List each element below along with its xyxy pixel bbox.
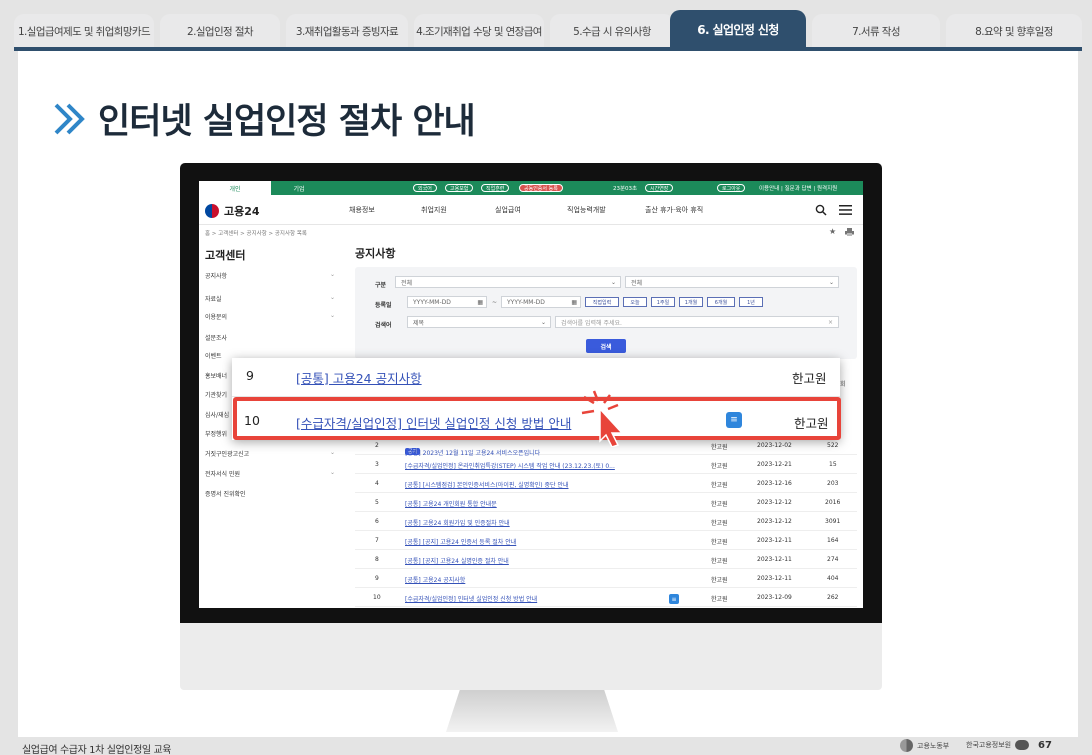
tab-section-2[interactable]: 2.실업인정 절차 <box>160 14 280 48</box>
table-row[interactable]: 7 [공통] [공지] 고용24 인증서 등록 절차 안내 한고원 2023-1… <box>355 531 857 550</box>
section-tab-bar: 1.실업급여제도 및 취업희망카드 2.실업인정 절차 3.재취업활동과 증빙자… <box>14 10 1082 48</box>
tab-section-6[interactable]: 6. 실업인정 신청 <box>670 10 806 48</box>
period-manual-button[interactable]: 직접입력 <box>585 297 619 307</box>
date-to-input[interactable]: YYYY-MM-DD ▦ <box>501 296 581 308</box>
table-row[interactable]: 5 [공통] 고용24 개인회원 통합 안내문 한고원 2023-12-12 2… <box>355 493 857 512</box>
period-week-button[interactable]: 1주일 <box>651 297 675 307</box>
ministry-logo: 고용노동부 <box>900 739 949 752</box>
search-keyword-label: 검색어 <box>375 322 392 329</box>
tab-section-7[interactable]: 7.서류 작성 <box>812 14 940 48</box>
chevron-down-icon: ⌄ <box>329 271 335 278</box>
session-extend-button[interactable]: 시간연장 <box>645 184 674 192</box>
keis-emblem-icon <box>1015 740 1030 750</box>
period-6month-button[interactable]: 6개월 <box>707 297 735 307</box>
tab-section-4[interactable]: 4.조기재취업 수당 및 연장급여 <box>414 14 544 48</box>
subcategory-select[interactable]: 전체 ⌄ <box>625 276 839 288</box>
tab-personal[interactable]: 개인 <box>199 181 271 195</box>
sidebar-item-false-ad[interactable]: 거짓구인광고신고 ⌄ <box>205 449 335 458</box>
table-header-views-partial: 회 <box>840 381 846 388</box>
table-row[interactable]: 10 [수급자격/실업인정] 인터넷 실업인정 신청 방법 안내 ≡ 한고원 2… <box>355 588 857 607</box>
taegeuk-logo-icon <box>205 204 219 218</box>
site-top-bar: 개인 기업 외국어 고용보험 직업훈련 공동인증서 등록 23분03초 시간연장… <box>199 181 863 195</box>
date-separator: ~ <box>492 299 498 306</box>
nav-employment-support[interactable]: 취업지원 <box>421 205 447 215</box>
search-icon[interactable] <box>815 204 827 216</box>
clear-icon[interactable]: × <box>828 319 833 326</box>
date-label: 등록일 <box>375 302 392 309</box>
page-number: 67 <box>1038 740 1052 751</box>
chip-language[interactable]: 외국어 <box>413 184 437 192</box>
tab-section-8[interactable]: 8.요약 및 향후일정 <box>946 14 1082 48</box>
site-logo[interactable]: 고용24 <box>205 203 260 219</box>
monitor-stand <box>446 690 618 732</box>
table-row[interactable]: 3 [수급자격/실업인정] 온라인취업특강(STEP) 시스템 작업 안내 (2… <box>355 455 857 474</box>
page-title: 인터넷 실업인정 절차 안내 <box>98 102 476 142</box>
chip-training[interactable]: 직업훈련 <box>481 184 510 192</box>
sidebar-item-survey[interactable]: 설문조사 <box>205 333 335 342</box>
chip-certificate[interactable]: 공동인증서 등록 <box>519 184 563 192</box>
breadcrumb: 홈 > 고객센터 > 공지사항 > 공지사항 목록 <box>205 231 307 237</box>
table-row[interactable]: 4 [공통] [시스템점검] 본인인증서비스(아이핀, 실명확인) 중단 안내 … <box>355 474 857 493</box>
category-select[interactable]: 전체 ⌄ <box>395 276 621 288</box>
click-cursor-icon <box>581 390 624 447</box>
nav-vocational-training[interactable]: 직업능력개발 <box>567 205 606 215</box>
date-from-input[interactable]: YYYY-MM-DD ▦ <box>407 296 487 308</box>
search-button[interactable]: 검색 <box>586 339 626 353</box>
footer-title: 실업급여 수급자 1차 실업인정일 교육 <box>22 745 172 755</box>
table-row[interactable]: 8 [공통] [공지] 고용24 실명인증 절차 안내 한고원 2023-12-… <box>355 550 857 569</box>
top-links[interactable]: 이용안내 | 질문과 답변 | 원격지원 <box>759 184 837 192</box>
category-label: 구분 <box>375 282 387 289</box>
site-logo-text: 고용24 <box>224 205 260 218</box>
site-header: 고용24 채용정보 취업지원 실업급여 직업능력개발 출산 휴가·육아 휴직 <box>199 195 863 225</box>
content-title: 공지사항 <box>355 247 396 260</box>
favorite-star-icon[interactable]: ★ <box>829 227 836 236</box>
table-row[interactable]: 6 [공통] 고용24 회원가입 및 인증절차 안내 한고원 2023-12-1… <box>355 512 857 531</box>
sidebar-title: 고객센터 <box>205 249 246 262</box>
chevron-down-icon: ⌄ <box>329 312 335 319</box>
search-type-select[interactable]: 제목 ⌄ <box>407 316 551 328</box>
search-input[interactable]: 검색어를 입력해 주세요. × <box>555 316 839 328</box>
tab-company[interactable]: 기업 <box>271 181 327 195</box>
chevron-down-icon: ⌄ <box>540 318 546 326</box>
tab-section-1[interactable]: 1.실업급여제도 및 취업희망카드 <box>14 14 154 48</box>
sidebar-item-archive[interactable]: 자료실 ⌄ <box>205 294 335 303</box>
slide-stage: 1.실업급여제도 및 취업희망카드 2.실업인정 절차 3.재취업활동과 증빙자… <box>0 0 1092 755</box>
sidebar-item-inquiry[interactable]: 이용문의 ⌄ <box>205 312 335 321</box>
chevron-down-icon: ⌄ <box>610 278 616 286</box>
table-row[interactable]: 9 [공통] 고용24 공지사항 한고원 2023-12-11 404 <box>355 569 857 588</box>
chevron-down-icon: ⌄ <box>329 449 335 456</box>
slide-heading: 인터넷 실업인정 절차 안내 <box>50 93 476 144</box>
ministry-emblem-icon <box>900 739 913 752</box>
period-today-button[interactable]: 오늘 <box>623 297 647 307</box>
session-timer: 23분03초 <box>613 186 638 192</box>
highlight-box <box>233 397 841 440</box>
print-icon[interactable] <box>845 228 854 236</box>
keis-logo: 한국고용정보원 <box>966 740 1030 750</box>
period-year-button[interactable]: 1년 <box>739 297 763 307</box>
sidebar-item-e-form[interactable]: 전자서식 민원 ⌄ <box>205 469 335 478</box>
chevron-down-icon: ⌄ <box>329 469 335 476</box>
tab-section-3[interactable]: 3.재취업활동과 증빙자료 <box>286 14 408 48</box>
menu-icon[interactable] <box>839 204 852 216</box>
logout-button[interactable]: 로그아웃 <box>717 184 746 192</box>
nav-jobs[interactable]: 채용정보 <box>349 205 375 215</box>
tab-section-5[interactable]: 5.수급 시 유의사항 <box>550 14 674 48</box>
period-month-button[interactable]: 1개월 <box>679 297 703 307</box>
attachment-icon: ≡ <box>726 412 742 428</box>
sidebar-item-notice[interactable]: 공지사항 ⌄ <box>205 271 335 280</box>
nav-unemployment-benefit[interactable]: 실업급여 <box>495 205 521 215</box>
sidebar-item-verify[interactable]: 증명서 진위확인 <box>205 489 335 498</box>
double-chevron-icon <box>54 103 85 134</box>
chevron-down-icon: ⌄ <box>329 294 335 301</box>
zoom-row-9[interactable]: 9 [공통] 고용24 공지사항 한고원 <box>232 368 840 388</box>
calendar-icon[interactable]: ▦ <box>477 299 483 306</box>
calendar-icon[interactable]: ▦ <box>571 299 577 306</box>
nav-parental-leave[interactable]: 출산 휴가·육아 휴직 <box>645 205 703 215</box>
chip-insurance[interactable]: 고용보험 <box>445 184 474 192</box>
chevron-down-icon: ⌄ <box>828 278 834 286</box>
search-filter-panel: 구분 전체 ⌄ 전체 ⌄ 등록일 YYYY-MM-DD ▦ ~ YYYY-MM-DD ▦… <box>355 267 857 359</box>
attachment-icon: ≡ <box>669 594 679 604</box>
